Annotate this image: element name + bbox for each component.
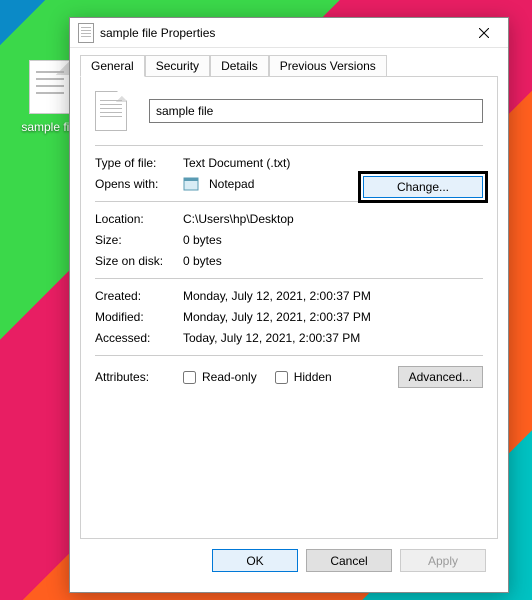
accessed-value: Today, July 12, 2021, 2:00:37 PM (183, 331, 360, 345)
titlebar[interactable]: sample file Properties (70, 18, 508, 48)
type-of-file-label: Type of file: (95, 156, 183, 170)
tab-general[interactable]: General (80, 55, 145, 77)
advanced-button[interactable]: Advanced... (398, 366, 483, 388)
modified-value: Monday, July 12, 2021, 2:00:37 PM (183, 310, 371, 324)
apply-button: Apply (400, 549, 486, 572)
hidden-label: Hidden (294, 370, 332, 384)
tab-details[interactable]: Details (210, 55, 269, 77)
readonly-label: Read-only (202, 370, 257, 384)
filename-input[interactable] (149, 99, 483, 123)
size-label: Size: (95, 233, 183, 247)
opens-with-value: Notepad (209, 177, 254, 191)
tabstrip: General Security Details Previous Versio… (80, 55, 498, 77)
separator (95, 278, 483, 279)
hidden-checkbox[interactable]: Hidden (275, 370, 332, 384)
tab-security[interactable]: Security (145, 55, 210, 77)
created-label: Created: (95, 289, 183, 303)
type-of-file-value: Text Document (.txt) (183, 156, 290, 170)
tab-content-general: Type of file: Text Document (.txt) Opens… (80, 76, 498, 539)
change-button[interactable]: Change... (363, 176, 483, 198)
readonly-checkbox[interactable]: Read-only (183, 370, 257, 384)
close-icon (479, 28, 489, 38)
close-button[interactable] (464, 19, 504, 47)
size-on-disk-value: 0 bytes (183, 254, 222, 268)
opens-with-label: Opens with: (95, 177, 183, 191)
size-value: 0 bytes (183, 233, 222, 247)
window-title: sample file Properties (100, 26, 464, 40)
accessed-label: Accessed: (95, 331, 183, 345)
modified-label: Modified: (95, 310, 183, 324)
file-page-icon (29, 60, 71, 114)
titlebar-doc-icon (78, 23, 94, 43)
hidden-checkbox-input[interactable] (275, 371, 288, 384)
separator (95, 145, 483, 146)
readonly-checkbox-input[interactable] (183, 371, 196, 384)
properties-dialog: sample file Properties General Security … (69, 17, 509, 593)
location-label: Location: (95, 212, 183, 226)
notepad-icon (183, 177, 201, 191)
dialog-button-row: OK Cancel Apply (80, 539, 498, 582)
location-value: C:\Users\hp\Desktop (183, 212, 294, 226)
separator (95, 355, 483, 356)
attributes-label: Attributes: (95, 370, 183, 384)
cancel-button[interactable]: Cancel (306, 549, 392, 572)
created-value: Monday, July 12, 2021, 2:00:37 PM (183, 289, 371, 303)
document-icon (95, 91, 127, 131)
size-on-disk-label: Size on disk: (95, 254, 183, 268)
tab-previous-versions[interactable]: Previous Versions (269, 55, 387, 77)
ok-button[interactable]: OK (212, 549, 298, 572)
change-button-highlight: Change... (358, 171, 488, 203)
